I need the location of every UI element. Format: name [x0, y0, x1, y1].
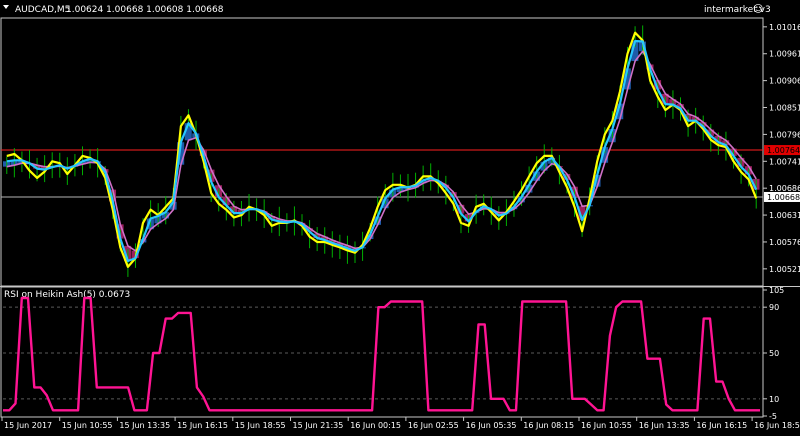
price-tick-label: 1.00686	[769, 184, 800, 193]
price-tick-label: 1.00741	[769, 157, 800, 166]
time-tick-label: 15 Jun 2017	[4, 421, 52, 430]
time-tick-label: 16 Jun 05:35	[466, 421, 517, 430]
symbol-label: AUDCAD,M5	[15, 5, 70, 15]
rsi-tick-label: 50	[769, 349, 779, 358]
bid-price-tag-label: 1.00668	[767, 193, 800, 202]
time-tick-label: 15 Jun 10:55	[62, 421, 113, 430]
price-tick-label: 1.00906	[769, 77, 800, 86]
time-tick-label: 15 Jun 13:35	[119, 421, 170, 430]
chart-window[interactable]: AUDCAD,M5 1.00624 1.00668 1.00608 1.0066…	[0, 0, 800, 432]
price-tick-label: 1.00961	[769, 50, 800, 59]
price-tick-label: 1.00631	[769, 211, 800, 220]
time-tick-label: 16 Jun 00:15	[350, 421, 401, 430]
price-tick-label: 1.00576	[769, 238, 800, 247]
time-tick-label: 16 Jun 02:55	[408, 421, 459, 430]
rsi-tick-label: 105	[769, 286, 784, 295]
price-tick-label: 1.00521	[769, 265, 800, 274]
chart-background	[0, 0, 800, 432]
ohlc-text: 1.00624 1.00668 1.00608 1.00668	[66, 5, 224, 15]
price-tick-label: 1.00796	[769, 130, 800, 139]
red-level-tag-label: 1.00764	[767, 146, 800, 155]
time-tick-label: 16 Jun 16:15	[696, 421, 747, 430]
time-tick-label: 15 Jun 16:15	[177, 421, 228, 430]
time-tick-label: 15 Jun 18:55	[235, 421, 286, 430]
rsi-tick-label: -5	[769, 412, 777, 421]
time-tick-label: 16 Jun 10:55	[581, 421, 632, 430]
rsi-tick-label: 10	[769, 395, 779, 404]
time-tick-label: 16 Jun 13:35	[639, 421, 690, 430]
smiley-icon: ☺	[753, 4, 763, 15]
price-tick-label: 1.00851	[769, 104, 800, 113]
time-tick-label: 16 Jun 18:55	[754, 421, 800, 430]
chart-canvas[interactable]: AUDCAD,M5 1.00624 1.00668 1.00608 1.0066…	[0, 0, 800, 432]
time-tick-label: 16 Jun 08:15	[523, 421, 574, 430]
rsi-tick-label: 90	[769, 303, 779, 312]
time-tick-label: 15 Jun 21:35	[293, 421, 344, 430]
price-tick-label: 1.01016	[769, 23, 800, 32]
